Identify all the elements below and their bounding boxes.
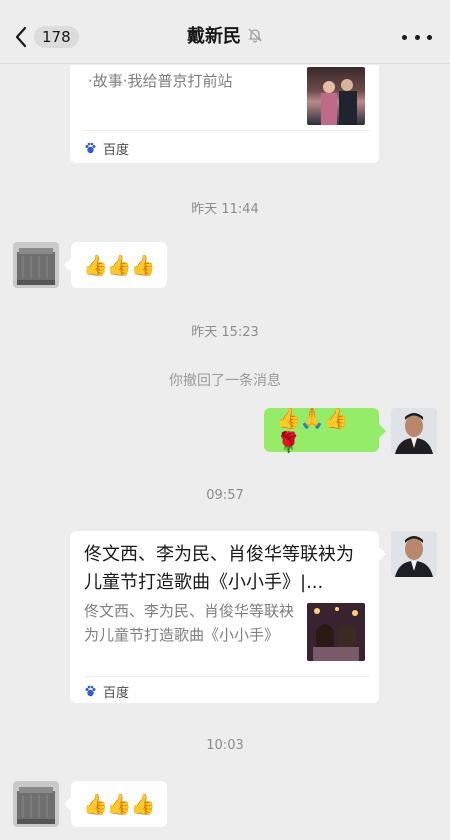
timestamp: 09:57 xyxy=(206,488,244,503)
my-message-bubble[interactable]: 👍🙏👍🌹 xyxy=(264,406,386,454)
bell-muted-icon xyxy=(247,27,263,43)
timestamp: 10:03 xyxy=(206,738,244,753)
my-avatar[interactable] xyxy=(391,531,437,577)
card-source: 百度 xyxy=(84,139,129,158)
baidu-paw-icon xyxy=(85,685,96,697)
contact-avatar[interactable] xyxy=(13,781,59,827)
message-list[interactable]: ·故事·我给普京打前站 百度 昨天 11:44 👍👍👍 昨天 15:23 你撤回… xyxy=(0,65,450,840)
recall-notice: 你撤回了一条消息 xyxy=(169,373,281,389)
more-button[interactable] xyxy=(402,26,432,48)
unread-count-badge: 178 xyxy=(34,26,79,48)
my-avatar[interactable] xyxy=(391,408,437,454)
card-source: 百度 xyxy=(84,682,129,701)
link-card[interactable]: 佟文西、李为民、肖俊华等联袂为儿童节打造歌曲《小小手》|... 佟文西、李为民、… xyxy=(70,531,386,703)
message-bubble[interactable]: 👍👍👍 xyxy=(64,781,167,827)
baidu-paw-icon xyxy=(85,142,96,154)
card-divider xyxy=(84,676,369,677)
message-bubble[interactable]: 👍👍👍 xyxy=(64,242,167,288)
timestamp: 昨天 11:44 xyxy=(191,202,259,217)
source-label: 百度 xyxy=(103,686,130,701)
card-thumbnail xyxy=(307,603,365,661)
card-divider xyxy=(84,130,369,131)
contact-avatar[interactable] xyxy=(13,242,59,288)
card-description: ·故事·我给普京打前站 xyxy=(88,72,233,90)
link-card[interactable]: ·故事·我给普京打前站 百度 xyxy=(70,65,379,163)
timestamp: 昨天 15:23 xyxy=(191,325,259,340)
card-title: 佟文西、李为民、肖俊华等联袂为儿童节打造歌曲《小小手》|... xyxy=(84,544,354,593)
more-dots-icon xyxy=(402,34,407,40)
card-description: 佟文西、李为民、肖俊华等联袂为儿童节打造歌曲《小小手》 xyxy=(84,602,295,644)
source-label: 百度 xyxy=(103,143,130,158)
chat-title: 戴新民 xyxy=(187,26,241,47)
card-thumbnail xyxy=(307,67,365,125)
chevron-left-icon xyxy=(15,26,27,48)
chat-header: 178 戴新民 xyxy=(0,6,450,64)
back-button[interactable]: 178 xyxy=(14,22,84,52)
